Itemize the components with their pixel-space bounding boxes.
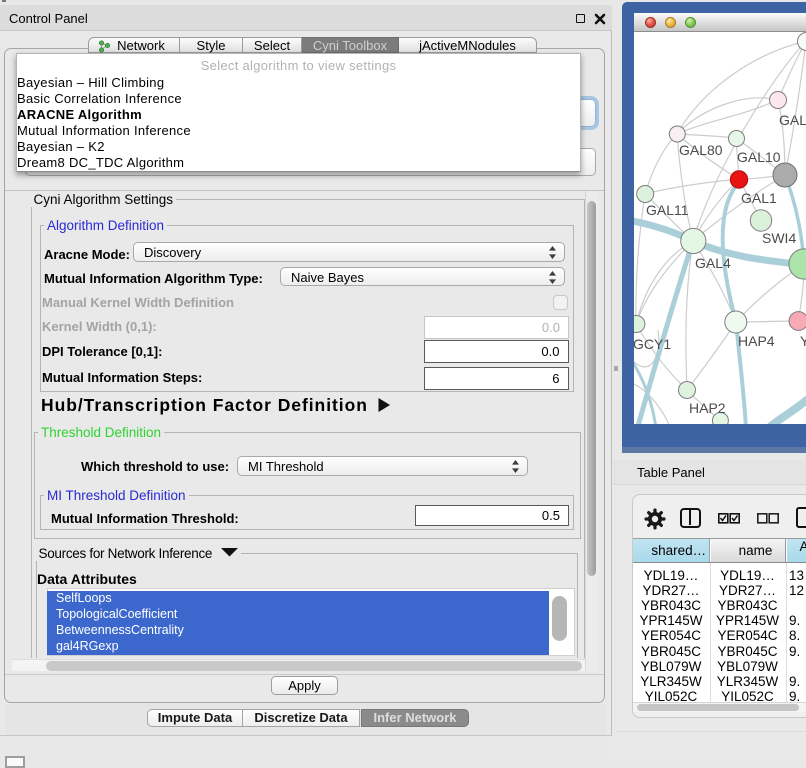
- svg-text:GAL10: GAL10: [737, 149, 781, 165]
- svg-text:GAL11: GAL11: [646, 202, 689, 218]
- svg-text:Y: Y: [800, 333, 806, 349]
- svg-text:GAL1: GAL1: [741, 190, 777, 206]
- svg-text:GAL4: GAL4: [695, 255, 731, 271]
- svg-text:SWI4: SWI4: [762, 230, 796, 246]
- svg-text:GCY1: GCY1: [634, 336, 671, 352]
- svg-text:HAP4: HAP4: [738, 333, 775, 349]
- svg-text:GAL: GAL: [779, 112, 806, 128]
- svg-text:GAL80: GAL80: [679, 142, 723, 158]
- svg-text:HAP2: HAP2: [689, 400, 726, 416]
